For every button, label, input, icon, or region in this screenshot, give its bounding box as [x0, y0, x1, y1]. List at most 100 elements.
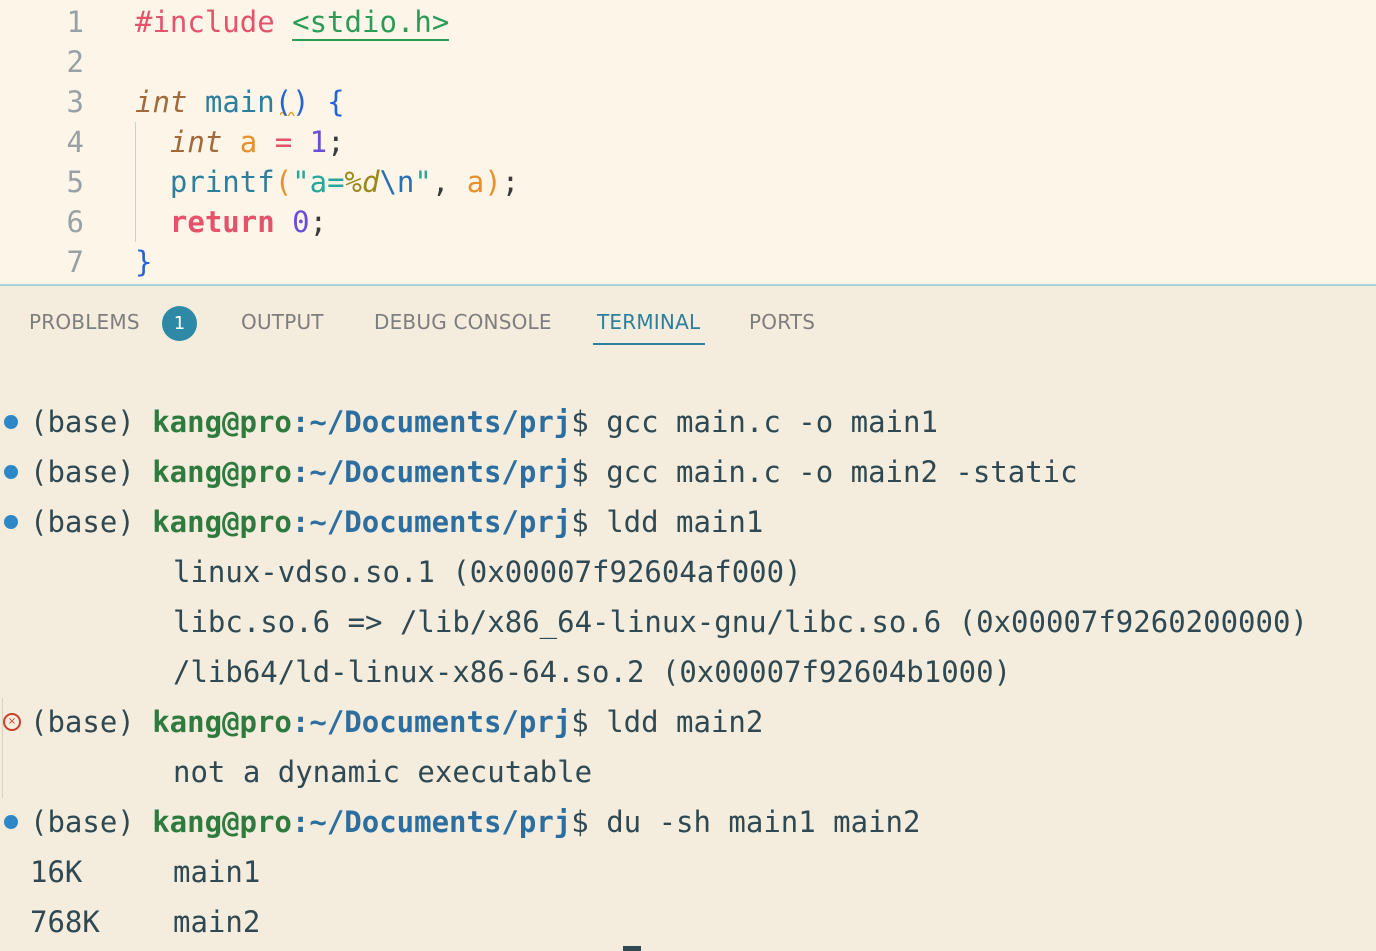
tab-debug-console[interactable]: DEBUG CONSOLE [374, 310, 552, 334]
prompt-path: :~/Documents/prj [291, 505, 572, 539]
code-token: ( [274, 165, 293, 199]
prompt-env: (base) [30, 805, 153, 839]
tab-terminal[interactable]: TERMINAL [597, 310, 700, 334]
code-token: int [169, 125, 223, 159]
line-number: 6 [66, 205, 84, 239]
command-success-icon[interactable] [4, 415, 18, 429]
code-line[interactable]: 5 printf("a=%d\n", a); [0, 162, 1376, 202]
terminal-line: 16K main1 [0, 847, 1376, 897]
panel-divider[interactable] [0, 284, 1376, 286]
code-token: int [135, 85, 188, 119]
terminal-line: (base) kang@pro:~/Documents/prj$ gcc mai… [0, 397, 1376, 447]
code-token: %d [344, 165, 380, 199]
line-number: 1 [66, 5, 84, 39]
code-token: printf [169, 165, 275, 199]
prompt-path: :~/Documents/prj [291, 455, 572, 489]
code-token: ; [309, 205, 328, 239]
code-token: \n [379, 165, 415, 199]
code-text: #include <stdio.h> [135, 2, 450, 42]
code-text: printf("a=%d\n", a); [135, 162, 519, 202]
prompt-path: :~/Documents/prj [291, 805, 572, 839]
prompt-user: kang@pro [152, 405, 292, 439]
output-text: not a dynamic executable [173, 755, 593, 789]
code-token: " [414, 165, 432, 199]
prompt-path: :~/Documents/prj [291, 405, 572, 439]
terminal-line: libc.so.6 => /lib/x86_64-linux-gnu/libc.… [0, 597, 1376, 647]
prompt-env: (base) [30, 405, 153, 439]
code-text: return 0; [135, 202, 327, 242]
code-token: () [274, 85, 310, 119]
prompt-sign: $ [571, 505, 607, 539]
du-size: 768K [30, 905, 100, 939]
code-token: 1 [309, 125, 328, 159]
tab-ports[interactable]: PORTS [749, 310, 815, 334]
code-line[interactable]: 2 [0, 42, 1376, 82]
line-number: 2 [66, 45, 84, 79]
prompt-env: (base) [30, 505, 153, 539]
code-line[interactable]: 1 #include <stdio.h> [0, 2, 1376, 42]
terminal-line: 768K main2 [0, 897, 1376, 947]
code-token: a [239, 125, 258, 159]
command-success-icon[interactable] [4, 815, 18, 829]
code-text: int main() { [135, 82, 345, 122]
code-text: int a = 1; [135, 122, 345, 162]
du-name: main2 [173, 905, 261, 939]
code-token: #include [135, 5, 293, 39]
prompt-user: kang@pro [152, 505, 292, 539]
terminal-cursor [623, 946, 641, 951]
code-editor[interactable]: 1 #include <stdio.h> 2 3 int main() {4 int a… [0, 0, 1376, 286]
code-token: <stdio.h> [292, 5, 450, 41]
terminal-line: (base) kang@pro:~/Documents/prj$ du -sh … [0, 797, 1376, 847]
line-number: 4 [66, 125, 84, 159]
code-token: } [135, 245, 153, 279]
code-line[interactable]: 4 int a = 1; [0, 122, 1376, 162]
prompt-user: kang@pro [152, 455, 292, 489]
line-number: 3 [66, 85, 84, 119]
terminal-line: (base) kang@pro:~/Documents/prj$ gcc mai… [0, 447, 1376, 497]
command-success-icon[interactable] [4, 515, 18, 529]
line-number: 7 [66, 245, 84, 279]
code-token: ; [327, 125, 345, 159]
prompt-sign: $ [571, 805, 607, 839]
terminal-line: /lib64/ld-linux-x86-64.so.2 (0x00007f926… [0, 647, 1376, 697]
terminal-line: not a dynamic executable [0, 747, 1376, 797]
prompt-sign: $ [571, 455, 607, 489]
prompt-sign: $ [571, 405, 607, 439]
code-token: ; [501, 165, 520, 199]
code-token: { [327, 85, 345, 119]
code-token: 0 [292, 205, 310, 239]
command-error-icon[interactable]: × [3, 713, 21, 731]
command-text: du -sh main1 main2 [606, 805, 921, 839]
prompt-user: kang@pro [152, 705, 292, 739]
code-token: a [466, 165, 485, 199]
du-size: 16K [30, 855, 83, 889]
command-success-icon[interactable] [4, 465, 18, 479]
output-text: linux-vdso.so.1 (0x00007f92604af000) [173, 555, 802, 589]
line-number: 5 [66, 165, 84, 199]
command-text: gcc main.c -o main2 -static [606, 455, 1078, 489]
code-token: main [204, 85, 275, 119]
prompt-command: (base) kang@pro:~/Documents/prj$ ldd mai… [30, 497, 763, 547]
code-line[interactable]: 3 int main() { [0, 82, 1376, 122]
code-line[interactable]: 6 return 0; [0, 202, 1376, 242]
prompt-path: :~/Documents/prj [291, 705, 572, 739]
tab-problems[interactable]: PROBLEMS [29, 310, 140, 334]
command-text: ldd main2 [606, 705, 764, 739]
terminal-line: × (base) kang@pro:~/Documents/prj$ ldd ma… [0, 697, 1376, 747]
code-token: , [431, 165, 467, 199]
code-line[interactable]: 7} [0, 242, 1376, 282]
problems-count-badge: 1 [162, 306, 197, 341]
tab-output[interactable]: OUTPUT [241, 310, 324, 334]
output-text: libc.so.6 => /lib/x86_64-linux-gnu/libc.… [173, 605, 1308, 639]
prompt-env: (base) [30, 705, 153, 739]
code-token: return [169, 205, 275, 239]
prompt-env: (base) [30, 455, 153, 489]
code-token: ) [484, 165, 502, 199]
